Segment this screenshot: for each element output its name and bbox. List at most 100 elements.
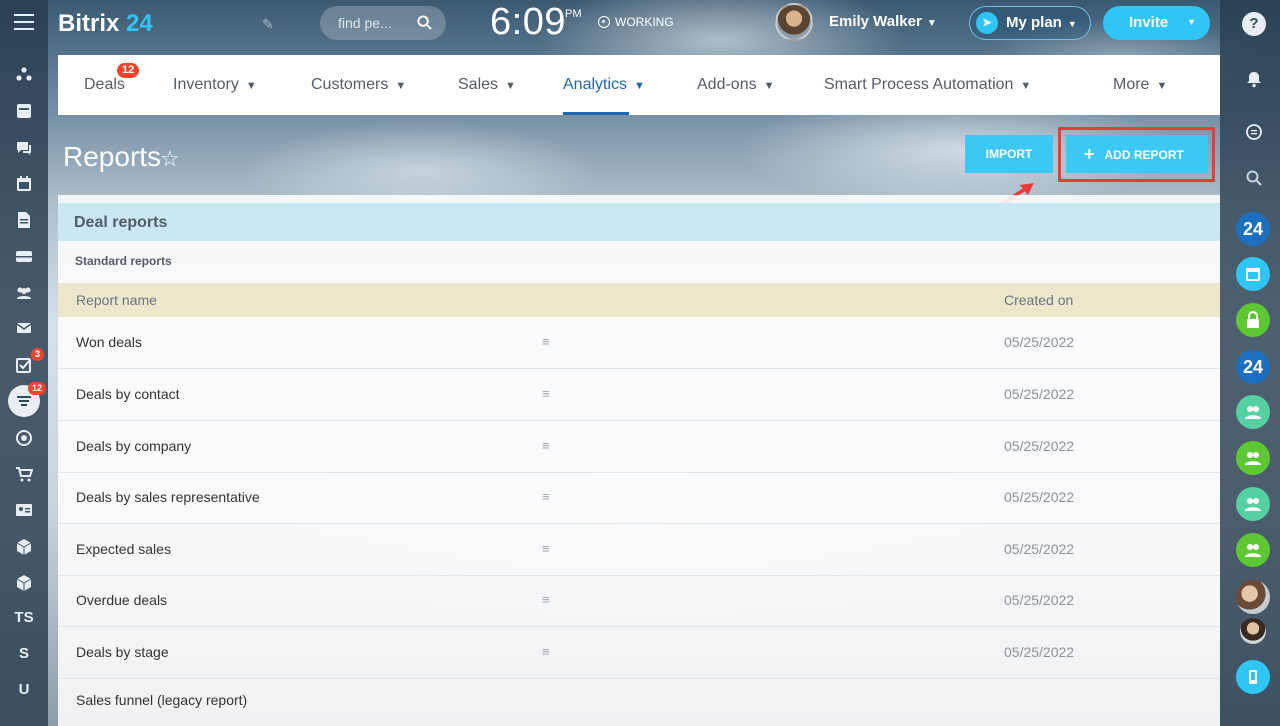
chevron-down-icon: ▼ xyxy=(1067,19,1077,29)
user-avatar[interactable] xyxy=(775,3,813,41)
bitrix24-chat-icon-2[interactable]: 24 xyxy=(1236,350,1270,384)
row-menu-icon[interactable]: ≡ xyxy=(542,592,550,607)
report-name-link[interactable]: Overdue deals xyxy=(76,592,167,608)
chat-icon[interactable] xyxy=(12,137,36,159)
pencil-icon[interactable]: ✎ xyxy=(262,16,274,33)
column-header-date[interactable]: Created on xyxy=(1004,292,1073,308)
row-menu-icon[interactable]: ≡ xyxy=(542,438,550,453)
report-name-link[interactable]: Won deals xyxy=(76,334,142,350)
nav-item-label: Smart Process Automation xyxy=(824,76,1014,93)
star-icon[interactable]: ☆ xyxy=(160,146,180,172)
subsection-title: Standard reports xyxy=(75,254,172,268)
nav-item-label: More xyxy=(1113,76,1150,93)
chevron-down-icon: ▼ xyxy=(1156,80,1168,92)
nav-item-add-ons[interactable]: Add-ons ▼ xyxy=(697,76,774,94)
column-header-name[interactable]: Report name xyxy=(76,292,157,308)
row-menu-icon[interactable]: ≡ xyxy=(542,644,550,659)
box-icon-2[interactable] xyxy=(12,572,36,594)
bitrix24-chat-icon[interactable]: 24 xyxy=(1236,212,1270,246)
id-card-icon[interactable] xyxy=(12,499,36,521)
nav-item-customers[interactable]: Customers ▼ xyxy=(311,76,406,94)
work-status[interactable]: WORKING xyxy=(598,15,674,29)
report-name-link[interactable]: Deals by contact xyxy=(76,386,180,402)
nav-item-sales[interactable]: Sales ▼ xyxy=(458,76,516,94)
chevron-down-icon[interactable]: ▼ xyxy=(1187,17,1196,27)
chevron-down-icon: ▼ xyxy=(634,80,645,92)
user-avatar-chat-2[interactable] xyxy=(1240,618,1266,644)
work-status-label: WORKING xyxy=(615,15,674,29)
nav-item-smart-process-automation[interactable]: Smart Process Automation ▼ xyxy=(824,76,1031,94)
group-chat-icon-4[interactable] xyxy=(1236,533,1270,567)
active-tab-indicator xyxy=(563,112,629,115)
nav-item-analytics[interactable]: Analytics ▼ xyxy=(563,76,645,94)
report-date: 05/25/2022 xyxy=(1004,644,1075,660)
invite-button[interactable]: Invite ▼ xyxy=(1103,6,1210,40)
nav-item-deals[interactable]: Deals xyxy=(84,76,125,94)
highlight-box xyxy=(1058,127,1215,182)
bell-icon[interactable] xyxy=(1243,70,1265,92)
section-title: Deal reports xyxy=(58,203,1220,241)
group-chat-icon[interactable] xyxy=(1236,395,1270,429)
search-input[interactable]: find pe... xyxy=(320,6,446,40)
row-menu-icon[interactable]: ≡ xyxy=(542,489,550,504)
import-button[interactable]: IMPORT xyxy=(965,135,1053,173)
nav-item-label: Sales xyxy=(458,76,499,93)
report-name-link[interactable]: Sales funnel (legacy report) xyxy=(76,692,247,708)
nav-item-more[interactable]: More ▼ xyxy=(1113,76,1167,94)
logo-name: Bitrix xyxy=(58,10,120,37)
report-date: 05/25/2022 xyxy=(1004,386,1075,402)
box-icon[interactable] xyxy=(12,536,36,558)
nav-item-label: Deals xyxy=(84,76,125,93)
clock-time[interactable]: 6:09 xyxy=(490,1,566,44)
mail-icon[interactable] xyxy=(12,317,36,339)
report-name-link[interactable]: Deals by company xyxy=(76,438,191,454)
tasks-list-icon[interactable] xyxy=(12,100,36,122)
report-name-link[interactable]: Deals by sales representative xyxy=(76,489,260,505)
app-logo[interactable]: Bitrix 24 xyxy=(58,10,153,38)
search-icon[interactable] xyxy=(417,15,432,30)
crm-badge: 12 xyxy=(27,382,46,395)
sidebar-item-ts[interactable]: TS xyxy=(12,607,36,629)
row-menu-icon[interactable]: ≡ xyxy=(542,541,550,556)
report-date: 05/25/2022 xyxy=(1004,438,1075,454)
stream-icon[interactable] xyxy=(12,64,36,86)
rocket-icon: ➤ xyxy=(976,12,998,34)
contacts-icon[interactable] xyxy=(12,282,36,304)
table-row: Won deals ≡ 05/25/2022 xyxy=(58,317,1220,369)
report-name-link[interactable]: Expected sales xyxy=(76,541,171,557)
target-icon[interactable] xyxy=(12,427,36,449)
table-header: Report name Created on xyxy=(58,283,1220,317)
report-date: 05/25/2022 xyxy=(1004,592,1075,608)
table-row: Deals by contact ≡ 05/25/2022 xyxy=(58,369,1220,421)
help-icon[interactable]: ? xyxy=(1242,12,1266,36)
calendar-chat-icon[interactable] xyxy=(1236,257,1270,291)
report-name-link[interactable]: Deals by stage xyxy=(76,644,169,660)
row-menu-icon[interactable]: ≡ xyxy=(542,386,550,401)
group-chat-icon-3[interactable] xyxy=(1236,487,1270,521)
reports-panel: Deal reports Standard reports Report nam… xyxy=(58,195,1220,726)
nav-item-label: Add-ons xyxy=(697,76,757,93)
group-chat-icon-2[interactable] xyxy=(1236,441,1270,475)
sidebar-item-u[interactable]: U xyxy=(12,679,36,701)
row-menu-icon[interactable]: ≡ xyxy=(542,334,550,349)
report-date: 05/25/2022 xyxy=(1004,334,1075,350)
sidebar-item-s[interactable]: S xyxy=(12,643,36,665)
clock-ampm: PM xyxy=(565,8,582,20)
phone-chat-icon[interactable] xyxy=(1236,660,1270,694)
my-plan-button[interactable]: ➤ My plan ▼ xyxy=(969,6,1091,40)
crm-filter-icon[interactable]: 12 xyxy=(8,382,46,417)
cart-icon[interactable] xyxy=(12,463,36,485)
drive-icon[interactable] xyxy=(12,245,36,267)
user-avatar-chat[interactable] xyxy=(1236,580,1270,614)
search-icon[interactable] xyxy=(1243,169,1265,191)
user-menu[interactable]: Emily Walker ▼ xyxy=(829,13,937,30)
calendar-icon[interactable] xyxy=(12,173,36,195)
menu-icon[interactable] xyxy=(14,14,34,32)
document-icon[interactable] xyxy=(12,209,36,231)
messenger-icon[interactable] xyxy=(1243,123,1265,145)
chevron-down-icon: ▼ xyxy=(245,80,257,92)
nav-item-inventory[interactable]: Inventory ▼ xyxy=(173,76,257,94)
lock-chat-icon[interactable] xyxy=(1236,303,1270,337)
table-row: Deals by sales representative ≡ 05/25/20… xyxy=(58,472,1220,524)
tasks-icon[interactable]: 3 xyxy=(12,348,44,376)
